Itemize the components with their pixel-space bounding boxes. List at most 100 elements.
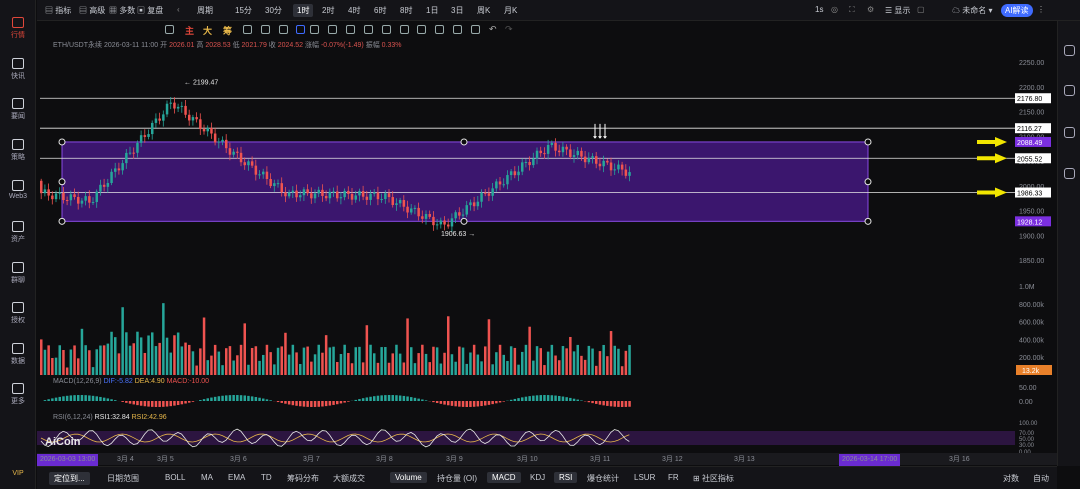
pencil-icon[interactable] <box>310 25 319 34</box>
indicator-ema[interactable]: EMA <box>228 473 245 482</box>
candle-icon[interactable] <box>279 25 288 34</box>
text-icon[interactable] <box>382 25 391 34</box>
grid-icon[interactable] <box>243 25 252 34</box>
fullscreen-icon[interactable]: ⛶ <box>849 5 855 15</box>
sidebar-item-web3[interactable]: Web3 <box>0 180 36 200</box>
locate-button[interactable]: 定位到... <box>49 472 90 485</box>
bar-icon[interactable] <box>261 25 270 34</box>
strategy-icon <box>12 139 24 150</box>
sidebar-item-chat[interactable]: 群聊 <box>0 262 36 285</box>
indicator-ma[interactable]: MA <box>201 473 213 482</box>
sidebar-item-data[interactable]: 数据 <box>0 343 36 366</box>
sub-fr[interactable]: FR <box>668 473 679 482</box>
sub-macd[interactable]: MACD <box>487 472 521 483</box>
camera-icon[interactable]: ◎ <box>831 5 838 14</box>
big-order-button[interactable]: 大 <box>203 24 212 37</box>
volume-bar <box>173 335 176 375</box>
tab-30m[interactable]: 30分 <box>265 5 282 16</box>
chip-button[interactable]: 筹 <box>223 24 232 37</box>
macd-bar <box>550 395 554 401</box>
sub-lsur[interactable]: LSUR <box>634 473 655 482</box>
sub-volume[interactable]: Volume <box>390 472 427 483</box>
ai-analysis-button[interactable]: AI解读 <box>1001 4 1033 17</box>
indicator-boll[interactable]: BOLL <box>165 473 185 482</box>
robot-icon[interactable] <box>1064 168 1075 179</box>
more-options-icon[interactable]: ⋮ <box>1037 5 1045 14</box>
tab-week[interactable]: 周K <box>477 5 490 16</box>
brush-icon[interactable] <box>346 25 355 34</box>
minus-icon[interactable] <box>165 25 174 34</box>
fx-icon[interactable] <box>471 25 480 34</box>
tab-8h[interactable]: 8时 <box>400 5 412 16</box>
sub-rsi[interactable]: RSI <box>554 472 578 483</box>
list-icon[interactable] <box>1064 85 1075 96</box>
main-force-button[interactable]: 主 <box>185 24 194 37</box>
indicator-chip-dist[interactable]: 筹码分布 <box>287 473 319 484</box>
tab-3d[interactable]: 3日 <box>451 5 463 16</box>
tab-2h[interactable]: 2时 <box>322 5 334 16</box>
settings-icon[interactable]: ⚙ <box>867 5 874 14</box>
lock-icon[interactable] <box>435 25 444 34</box>
date-range-button[interactable]: 日期范围 <box>107 473 139 484</box>
macd-bar <box>410 397 413 401</box>
indicator-big-trade[interactable]: 大额成交 <box>333 473 365 484</box>
volume-bar <box>262 354 265 375</box>
interval-selector[interactable]: 1s <box>815 5 823 14</box>
indicator-td[interactable]: TD <box>261 473 272 482</box>
redo-icon[interactable]: ↷ <box>505 24 513 35</box>
sidebar-item-headlines[interactable]: 要闻 <box>0 98 36 121</box>
indicators-button[interactable]: ▤ 指标 <box>45 5 71 16</box>
sub-kdj[interactable]: KDJ <box>530 473 545 482</box>
clock-icon[interactable] <box>1064 127 1075 138</box>
tab-6h[interactable]: 6时 <box>374 5 386 16</box>
chart-canvas[interactable]: 2250.002200.002150.002100.002050.002000.… <box>37 38 1057 453</box>
sidebar-item-vip[interactable]: VIP <box>0 470 36 477</box>
maximize-icon[interactable]: ▢ <box>917 5 925 14</box>
sub-oi[interactable]: 持仓量 (OI) <box>437 473 477 484</box>
crosshair-icon[interactable] <box>296 25 305 34</box>
sidebar-item-flash[interactable]: 快讯 <box>0 58 36 81</box>
tab-4h[interactable]: 4时 <box>348 5 360 16</box>
auto-scale-toggle[interactable]: 自动 <box>1033 473 1049 484</box>
filter-icon[interactable] <box>453 25 462 34</box>
candle-body <box>188 114 191 121</box>
price-tag: 1986.33 <box>1017 191 1042 198</box>
tab-month[interactable]: 月K <box>504 5 517 16</box>
volume-bar <box>358 346 361 375</box>
sidebar-item-label: 授权 <box>11 317 25 324</box>
eye-icon[interactable] <box>417 25 426 34</box>
tab-1d[interactable]: 1日 <box>426 5 438 16</box>
volume-bar <box>73 345 76 375</box>
chart-area[interactable]: ETH/USDT永续 2026-03-11 11:00 开 2026.01 高 … <box>37 38 1057 466</box>
line-icon[interactable] <box>328 25 337 34</box>
sub-liquidation[interactable]: 爆仓统计 <box>587 473 619 484</box>
volume-bar <box>487 319 491 375</box>
undo-icon[interactable]: ↶ <box>489 24 497 35</box>
replay-button[interactable]: ▣ 复盘 <box>137 5 163 16</box>
magnet-icon[interactable] <box>400 25 409 34</box>
candle-body <box>236 151 239 153</box>
display-button[interactable]: ☰ 显示 <box>885 5 910 16</box>
sidebar-item-more[interactable]: 更多 <box>0 383 36 406</box>
macd-bar <box>91 395 95 401</box>
volume-bar <box>428 362 431 375</box>
advanced-button[interactable]: ▤ 高级 <box>79 5 105 16</box>
sidebar-item-market[interactable]: 行情 <box>0 17 36 40</box>
sub-community[interactable]: ⊞ 社区指标 <box>693 473 734 484</box>
ruler-icon[interactable] <box>364 25 373 34</box>
chevron-icon[interactable]: ‹ <box>177 5 180 14</box>
sidebar-item-strategy[interactable]: 策略 <box>0 139 36 162</box>
macd-bar <box>576 399 579 401</box>
multi-button[interactable]: ▦ 多数 <box>109 5 135 16</box>
macd-bar <box>558 395 561 401</box>
candle-body <box>210 127 213 134</box>
panel-toggle-icon[interactable] <box>1064 45 1075 56</box>
candle-body <box>447 224 450 227</box>
log-scale-toggle[interactable]: 对数 <box>1003 473 1019 484</box>
sidebar-item-auth[interactable]: 授权 <box>0 302 36 325</box>
layout-selector[interactable]: ☁ 未命名 ▾ <box>952 5 992 16</box>
volume-bar <box>617 348 620 375</box>
tab-1h[interactable]: 1时 <box>293 4 314 17</box>
tab-15m[interactable]: 15分 <box>235 5 252 16</box>
sidebar-item-assets[interactable]: 资产 <box>0 221 36 244</box>
